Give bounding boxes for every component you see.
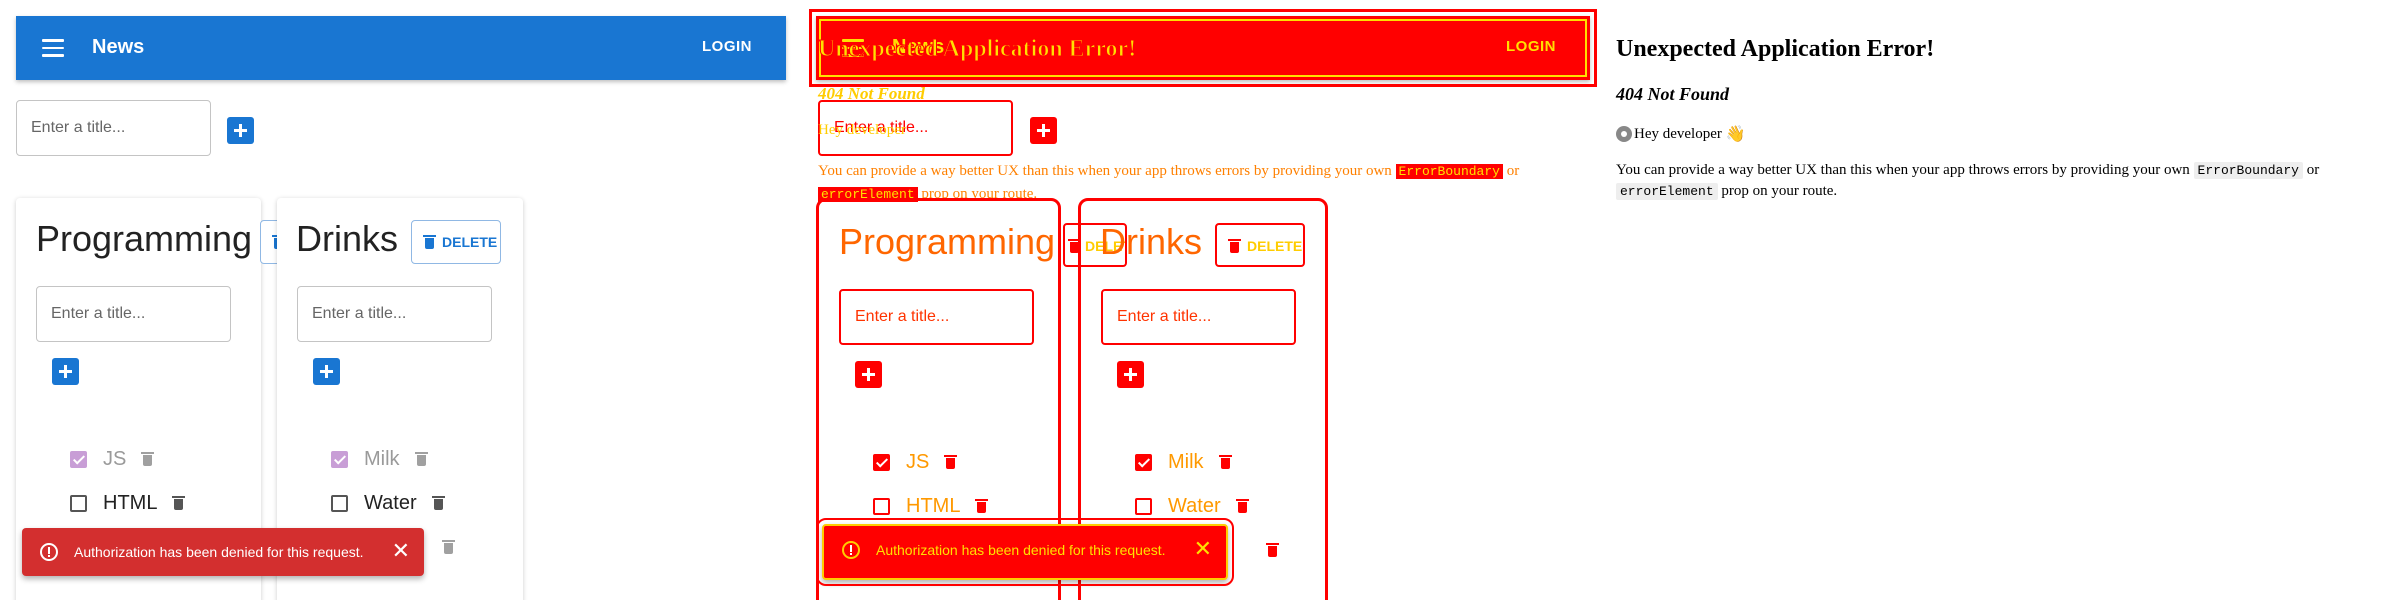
hey-text: Hey developer bbox=[818, 122, 906, 138]
close-icon[interactable]: ✕ bbox=[1194, 538, 1212, 560]
error-body-text: You can provide a way better UX than thi… bbox=[1616, 160, 2386, 202]
delete-task-icon[interactable] bbox=[1218, 455, 1232, 469]
gear-icon bbox=[1616, 126, 1632, 142]
delete-task-icon[interactable] bbox=[1235, 499, 1249, 513]
delete-list-button[interactable]: DELETE bbox=[1215, 223, 1305, 267]
task-item: Water bbox=[1135, 491, 1249, 521]
task-checkbox[interactable] bbox=[1135, 453, 1152, 471]
delete-task-icon[interactable] bbox=[1266, 543, 1279, 557]
body-middle: or bbox=[2306, 162, 2320, 178]
task-checkbox[interactable] bbox=[873, 453, 890, 471]
error-title: Unexpected Application Error! bbox=[817, 36, 1137, 63]
task-item-partial bbox=[1251, 535, 1279, 565]
snackbar-message: Authorization has been denied for this r… bbox=[876, 542, 1166, 558]
task-item: JS bbox=[873, 447, 958, 477]
login-button[interactable]: LOGIN bbox=[1506, 38, 1556, 55]
task-item: Milk bbox=[1135, 447, 1232, 477]
error-status: 404 Not Found bbox=[1616, 84, 1730, 104]
task-item: HTML bbox=[873, 491, 989, 521]
error-title: Unexpected Application Error! bbox=[1616, 36, 1935, 62]
delete-task-icon[interactable] bbox=[975, 499, 989, 513]
add-task-button[interactable] bbox=[1117, 361, 1144, 388]
add-list-button[interactable] bbox=[1030, 117, 1057, 144]
hey-text: Hey developer bbox=[1634, 125, 1722, 142]
todolist-title[interactable]: Programming bbox=[839, 221, 1055, 263]
task-checkbox[interactable] bbox=[1135, 497, 1152, 515]
delete-task-icon[interactable] bbox=[944, 455, 958, 469]
task-label[interactable]: Water bbox=[1168, 495, 1221, 518]
code-error-element: errorElement bbox=[1616, 183, 1718, 200]
wave-emoji: 👋 bbox=[1725, 126, 1746, 143]
error-hey-text: Hey developer bbox=[818, 122, 906, 139]
add-task-button[interactable] bbox=[855, 361, 882, 388]
error-hey-line: Hey developer 👋 bbox=[1616, 124, 1746, 144]
task-title-input[interactable] bbox=[1101, 289, 1296, 345]
task-label[interactable]: HTML bbox=[906, 495, 960, 518]
error-page: Unexpected Application Error! 404 Not Fo… bbox=[1616, 0, 2400, 600]
error-snackbar: Authorization has been denied for this r… bbox=[816, 518, 1234, 586]
trash-icon bbox=[1228, 239, 1241, 253]
task-checkbox[interactable] bbox=[873, 497, 890, 515]
body-middle: or bbox=[1506, 163, 1520, 179]
app-panel-debug-overlay: News LOGIN Unexpected Application Error!… bbox=[0, 0, 1600, 600]
delete-label: DELETE bbox=[1247, 238, 1303, 254]
body-suffix: prop on your route. bbox=[1721, 183, 1838, 199]
body-prefix: You can provide a way better UX than thi… bbox=[1616, 162, 2190, 178]
todolist-title[interactable]: Drinks bbox=[1100, 221, 1202, 263]
task-title-input[interactable] bbox=[839, 289, 1034, 345]
code-error-boundary: ErrorBoundary bbox=[1395, 164, 1503, 179]
code-error-boundary: ErrorBoundary bbox=[2193, 162, 2303, 179]
task-label[interactable]: Milk bbox=[1168, 451, 1204, 474]
task-label[interactable]: JS bbox=[906, 451, 929, 474]
error-alert-icon bbox=[842, 541, 860, 559]
body-prefix: You can provide a way better UX than thi… bbox=[818, 163, 1392, 179]
